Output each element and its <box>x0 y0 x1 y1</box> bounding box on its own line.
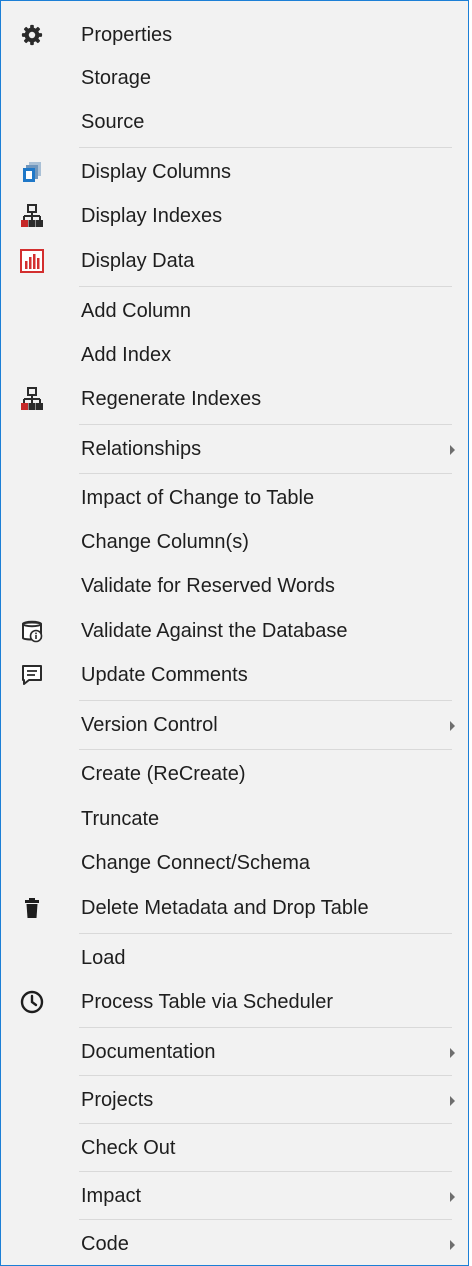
menu-item-label: Validate for Reserved Words <box>81 575 335 597</box>
menu-item-label: Create (ReCreate) <box>81 763 246 785</box>
submenu-arrow-icon <box>450 721 455 731</box>
menu-item-label: Display Data <box>81 250 195 272</box>
menu-item-label: Relationships <box>81 438 202 460</box>
hierarchy-icon <box>19 204 45 228</box>
menu-item-display-indexes[interactable]: Display Indexes <box>1 193 468 239</box>
context-menu: Properties Storage Source Display Column… <box>0 0 469 1266</box>
menu-separator <box>79 1123 452 1124</box>
menu-item-label: Load <box>81 947 126 969</box>
menu-item-label: Process Table via Scheduler <box>81 991 333 1013</box>
submenu-arrow-icon <box>450 445 455 455</box>
menu-item-properties[interactable]: Properties <box>1 12 468 58</box>
menu-item-label: Update Comments <box>81 664 248 686</box>
menu-item-label: Projects <box>81 1089 154 1111</box>
menu-item-label: Source <box>81 111 145 133</box>
menu-item-label: Display Columns <box>81 161 232 183</box>
menu-item-label: Change Column(s) <box>81 531 249 553</box>
menu-separator <box>79 1027 452 1028</box>
menu-separator <box>79 473 452 474</box>
menu-item-display-columns[interactable]: Display Columns <box>1 149 468 195</box>
submenu-arrow-icon <box>450 1192 455 1202</box>
menu-separator <box>79 1219 452 1220</box>
bar-chart-icon <box>19 249 45 273</box>
menu-item-change-connect-schema[interactable]: Change Connect/Schema <box>1 840 468 886</box>
menu-item-label: Impact <box>81 1185 142 1207</box>
menu-item-projects[interactable]: Projects <box>1 1077 468 1123</box>
menu-separator <box>79 700 452 701</box>
menu-item-add-column[interactable]: Add Column <box>1 288 468 334</box>
menu-item-label: Add Column <box>81 300 192 322</box>
menu-separator <box>79 1171 452 1172</box>
menu-item-documentation[interactable]: Documentation <box>1 1029 468 1075</box>
trash-icon <box>19 896 45 920</box>
menu-item-label: Regenerate Indexes <box>81 388 262 410</box>
menu-item-label: Storage <box>81 67 152 89</box>
stacked-columns-icon <box>19 160 45 184</box>
menu-item-regenerate-indexes[interactable]: Regenerate Indexes <box>1 376 468 422</box>
menu-item-label: Truncate <box>81 808 160 830</box>
menu-item-version-control[interactable]: Version Control <box>1 702 468 748</box>
clock-icon <box>19 990 45 1014</box>
menu-item-label: Documentation <box>81 1041 216 1063</box>
menu-item-validate-database[interactable]: Validate Against the Database <box>1 608 468 654</box>
menu-item-create-recreate[interactable]: Create (ReCreate) <box>1 751 468 797</box>
menu-item-load[interactable]: Load <box>1 935 468 981</box>
menu-item-delete-drop-table[interactable]: Delete Metadata and Drop Table <box>1 885 468 931</box>
menu-item-label: Delete Metadata and Drop Table <box>81 897 369 919</box>
menu-item-label: Properties <box>81 24 173 46</box>
menu-item-display-data[interactable]: Display Data <box>1 238 468 284</box>
menu-item-process-scheduler[interactable]: Process Table via Scheduler <box>1 979 468 1025</box>
menu-separator <box>79 933 452 934</box>
menu-item-source[interactable]: Source <box>1 99 468 145</box>
comment-icon <box>19 663 45 687</box>
menu-item-validate-reserved-words[interactable]: Validate for Reserved Words <box>1 563 468 609</box>
menu-item-label: Check Out <box>81 1137 176 1159</box>
menu-item-label: Change Connect/Schema <box>81 852 311 874</box>
gear-icon <box>19 23 45 47</box>
menu-item-label: Impact of Change to Table <box>81 487 315 509</box>
menu-separator <box>79 424 452 425</box>
menu-item-change-columns[interactable]: Change Column(s) <box>1 519 468 565</box>
menu-item-label: Display Indexes <box>81 205 223 227</box>
database-info-icon <box>19 619 45 643</box>
submenu-arrow-icon <box>450 1048 455 1058</box>
menu-item-impact[interactable]: Impact <box>1 1173 468 1219</box>
menu-separator <box>79 749 452 750</box>
menu-item-code[interactable]: Code <box>1 1221 468 1265</box>
menu-separator <box>79 1075 452 1076</box>
menu-item-label: Validate Against the Database <box>81 620 348 642</box>
hierarchy-icon <box>19 387 45 411</box>
menu-item-label: Version Control <box>81 714 218 736</box>
menu-item-add-index[interactable]: Add Index <box>1 332 468 378</box>
submenu-arrow-icon <box>450 1096 455 1106</box>
menu-item-check-out[interactable]: Check Out <box>1 1125 468 1171</box>
menu-separator <box>79 147 452 148</box>
menu-item-update-comments[interactable]: Update Comments <box>1 652 468 698</box>
menu-separator <box>79 286 452 287</box>
menu-item-impact-of-change[interactable]: Impact of Change to Table <box>1 475 468 521</box>
submenu-arrow-icon <box>450 1240 455 1250</box>
menu-item-storage[interactable]: Storage <box>1 55 468 101</box>
menu-item-relationships[interactable]: Relationships <box>1 426 468 472</box>
menu-item-truncate[interactable]: Truncate <box>1 796 468 842</box>
menu-item-label: Add Index <box>81 344 172 366</box>
menu-item-label: Code <box>81 1233 129 1255</box>
